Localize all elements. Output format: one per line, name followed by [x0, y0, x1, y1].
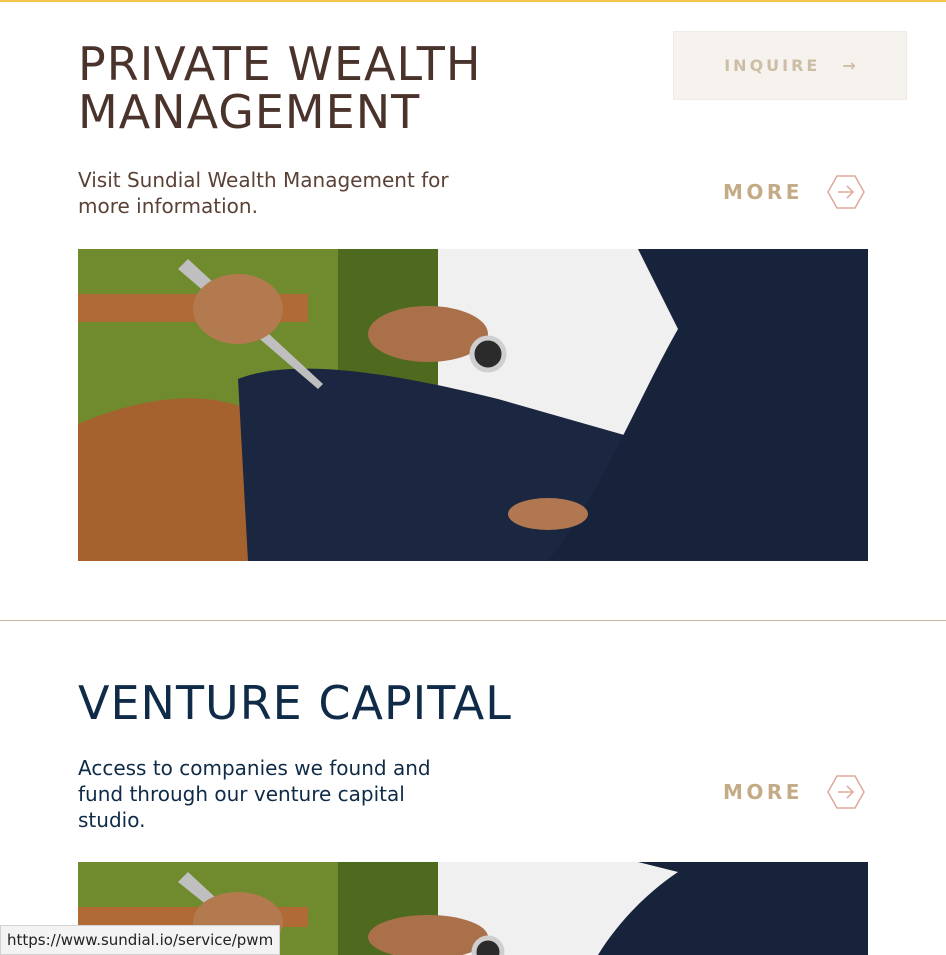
section-description-venture-capital: Access to companies we found and fund th… — [78, 756, 431, 832]
inquire-label: INQUIRE — [724, 56, 821, 75]
arrow-right-icon: → — [842, 56, 856, 75]
hexagon-arrow-right-icon — [827, 175, 865, 209]
photo-illustration — [78, 249, 868, 561]
more-link-private-wealth-management[interactable]: MORE — [723, 174, 865, 210]
more-link-venture-capital[interactable]: MORE — [723, 774, 865, 810]
section-divider — [0, 620, 946, 621]
section-description-private-wealth-management: Visit Sundial Wealth Management for more… — [78, 168, 449, 218]
more-label: MORE — [723, 180, 803, 204]
inquire-button[interactable]: INQUIRE → — [673, 31, 907, 100]
section-title-venture-capital: VENTURE CAPITAL — [78, 676, 512, 730]
hexagon-arrow-right-icon — [827, 775, 865, 809]
hero-photo-private-wealth-management — [78, 249, 868, 561]
top-accent-line — [0, 0, 946, 2]
section-title-private-wealth-management: PRIVATE WEALTH MANAGEMENT — [78, 37, 482, 139]
more-label: MORE — [723, 780, 803, 804]
status-bar-url: https://www.sundial.io/service/pwm — [0, 925, 281, 955]
